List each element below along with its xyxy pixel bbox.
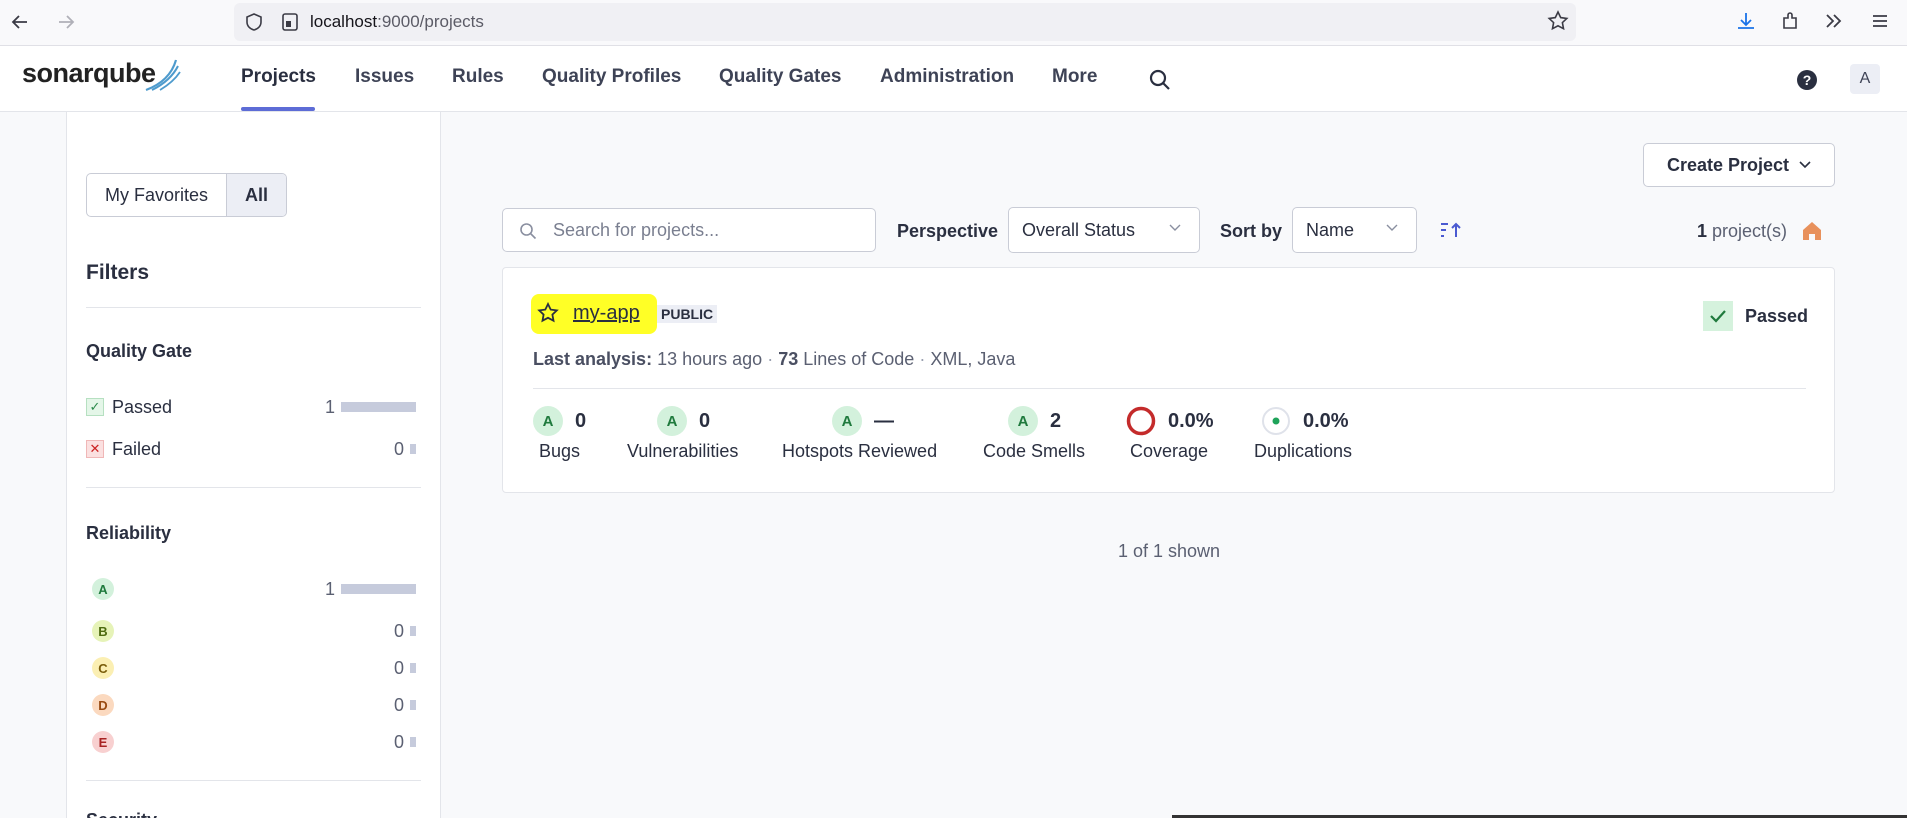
- nav-quality-gates[interactable]: Quality Gates: [719, 66, 842, 88]
- check-icon: ✓: [86, 398, 104, 416]
- quality-gate-title: Quality Gate: [86, 341, 193, 361]
- shown-count: 1 of 1 shown: [1118, 541, 1221, 561]
- facet-bar: [410, 737, 416, 747]
- grade-badge: A: [1008, 406, 1038, 436]
- facet-passed[interactable]: ✓ Passed 1: [86, 390, 416, 424]
- facet-bar: [341, 402, 416, 412]
- facet-reliability-d[interactable]: D 0: [86, 688, 416, 722]
- measure-label: Coverage: [1130, 441, 1209, 461]
- quality-gate-status: Passed: [1703, 301, 1808, 331]
- filters-title: Filters: [86, 261, 150, 284]
- measure-hotspots[interactable]: A —: [832, 406, 894, 436]
- facet-bar: [410, 626, 416, 636]
- my-favorites-button[interactable]: My Favorites: [87, 174, 226, 216]
- grade-badge: D: [92, 694, 114, 716]
- favorite-star-icon[interactable]: [537, 302, 559, 324]
- sonarqube-logo[interactable]: sonarqube: [22, 58, 156, 89]
- grade-badge: A: [92, 578, 114, 600]
- sortby-select[interactable]: Name: [1292, 207, 1417, 253]
- chevron-down-icon: [1169, 224, 1181, 231]
- perspective-label: Perspective: [897, 221, 999, 241]
- facet-reliability-a[interactable]: A 1: [86, 572, 416, 606]
- overflow-chevrons-icon[interactable]: [1822, 9, 1846, 33]
- nav-quality-profiles[interactable]: Quality Profiles: [542, 66, 681, 88]
- grade-badge: A: [533, 406, 563, 436]
- facet-reliability-e[interactable]: E 0: [86, 725, 416, 759]
- grade-badge: A: [832, 406, 862, 436]
- measure-vulnerabilities[interactable]: A 0: [657, 406, 710, 436]
- measure-label: Hotspots Reviewed: [782, 441, 938, 461]
- favorites-toggle: My Favorites All: [86, 173, 288, 217]
- sortby-label: Sort by: [1220, 221, 1283, 241]
- url-text[interactable]: localhost:9000/projects: [310, 12, 484, 32]
- grade-badge: C: [92, 657, 114, 679]
- project-name-link[interactable]: my-app: [573, 302, 640, 325]
- coverage-ring-icon: [1126, 406, 1156, 436]
- chevron-down-icon: [1386, 224, 1398, 231]
- svg-text:?: ?: [1803, 72, 1812, 88]
- nav-administration[interactable]: Administration: [880, 66, 1014, 88]
- project-meta: Last analysis: 13 hours ago · 73 Lines o…: [533, 349, 1016, 369]
- measure-label: Bugs: [539, 441, 581, 461]
- reliability-title: Reliability: [86, 523, 172, 543]
- facet-bar: [410, 700, 416, 710]
- measure-code-smells[interactable]: A 2: [1008, 406, 1061, 436]
- user-avatar[interactable]: A: [1850, 64, 1880, 94]
- bookmark-star-icon[interactable]: [1546, 9, 1570, 33]
- facet-bar: [410, 444, 416, 454]
- cross-icon: ✕: [86, 440, 104, 458]
- home-icon[interactable]: [1801, 220, 1823, 242]
- downloads-icon[interactable]: [1734, 9, 1758, 33]
- chevron-down-icon: [1799, 161, 1811, 169]
- shield-icon[interactable]: [242, 10, 266, 34]
- facet-reliability-b[interactable]: B 0: [86, 614, 416, 648]
- nav-more[interactable]: More: [1052, 66, 1097, 88]
- perspective-select[interactable]: Overall Status: [1008, 207, 1200, 253]
- check-icon: [1703, 301, 1733, 331]
- divider: [86, 487, 421, 488]
- hamburger-menu-icon[interactable]: [1868, 9, 1892, 33]
- grade-badge: E: [92, 731, 114, 753]
- nav-issues[interactable]: Issues: [355, 66, 414, 88]
- sonar-waves-icon: [142, 56, 182, 92]
- search-input[interactable]: [553, 209, 863, 251]
- measure-coverage[interactable]: 0.0%: [1126, 406, 1214, 436]
- measure-duplications[interactable]: 0.0%: [1261, 406, 1349, 436]
- forward-arrow-icon[interactable]: [54, 10, 78, 34]
- all-button[interactable]: All: [226, 174, 287, 216]
- facet-reliability-c[interactable]: C 0: [86, 651, 416, 685]
- measure-label: Vulnerabilities: [627, 441, 739, 461]
- facet-bar: [341, 584, 416, 594]
- create-project-button[interactable]: Create Project: [1643, 143, 1835, 187]
- divider: [86, 307, 421, 308]
- help-icon[interactable]: ?: [1796, 69, 1818, 91]
- back-arrow-icon[interactable]: [8, 10, 32, 34]
- measure-bugs[interactable]: A 0: [533, 406, 586, 436]
- visibility-badge: PUBLIC: [657, 305, 718, 323]
- nav-active-underline: [241, 107, 315, 111]
- facet-failed[interactable]: ✕ Failed 0: [86, 432, 416, 466]
- measure-label: Duplications: [1254, 441, 1353, 461]
- project-search: [502, 208, 876, 252]
- card-divider: [533, 388, 1806, 389]
- project-count: 1 project(s): [1697, 221, 1788, 241]
- search-icon: [520, 223, 537, 240]
- security-title: Security: [86, 810, 157, 818]
- search-icon[interactable]: [1148, 68, 1172, 92]
- duplications-dot-icon: [1262, 407, 1290, 435]
- measure-label: Code Smells: [983, 441, 1086, 461]
- sort-ascending-icon[interactable]: [1439, 220, 1463, 240]
- nav-projects[interactable]: Projects: [241, 66, 316, 88]
- grade-badge: A: [657, 406, 687, 436]
- grade-badge: B: [92, 620, 114, 642]
- extensions-icon[interactable]: [1778, 9, 1802, 33]
- divider: [86, 780, 421, 781]
- page-info-icon[interactable]: [278, 10, 302, 34]
- facet-bar: [410, 663, 416, 673]
- nav-rules[interactable]: Rules: [452, 66, 504, 88]
